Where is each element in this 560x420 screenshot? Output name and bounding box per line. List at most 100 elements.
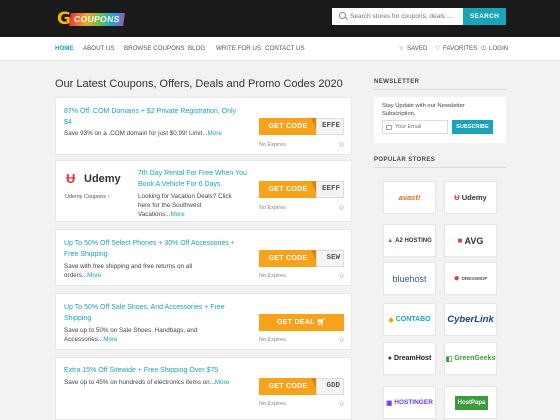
expiry-text: No Expires — [259, 205, 286, 211]
coupon-description: Save with free shipping and free returns… — [64, 262, 192, 280]
more-link[interactable]: More — [170, 211, 184, 218]
store-tile-greengeeks[interactable]: ◧ GreenGeeks — [444, 342, 497, 375]
get-code-button[interactable]: GET CODE EFFE — [259, 118, 344, 135]
store-name-text: HOSTINGER — [394, 399, 433, 406]
divider — [374, 167, 506, 168]
mail-icon — [386, 125, 392, 130]
favorite-star-icon[interactable]: ☆ — [338, 400, 345, 408]
coupon-desc-text: Looking for Vacation Deals? Click — [138, 193, 232, 200]
favorite-star-icon[interactable]: ☆ — [338, 204, 345, 212]
get-code-label: GET CODE — [268, 383, 308, 390]
coupon-card: Ʉ Udemy Udemy Coupons › 7th Day Rental F… — [55, 160, 352, 222]
store-tile-contabo[interactable]: ◆ CONTABO — [383, 303, 436, 336]
nav-login-label: LOGIN — [489, 45, 509, 52]
nav-saved[interactable]: ☆ SAVED — [398, 37, 428, 61]
search-input[interactable] — [350, 8, 460, 25]
store-tile-udemy[interactable]: Ʉ Udemy — [444, 181, 497, 214]
coupon-title[interactable]: 87% Off .COM Domains + $2 Private Regist… — [64, 106, 236, 128]
coupon-card: Extra 15% Off Sitewide + Free Shipping O… — [55, 357, 352, 420]
store-name: ▣ HOSTINGER — [384, 387, 435, 418]
coupon-desc-text: here for the Southwest — [138, 202, 202, 209]
store-name-text: DRESSMOP — [461, 276, 488, 281]
more-link[interactable]: More — [103, 336, 117, 343]
store-name: CyberLink — [447, 314, 494, 325]
expiry-text: No Expires — [259, 273, 286, 279]
store-caption[interactable]: Udemy Coupons › — [65, 194, 109, 200]
subscribe-button[interactable]: SUBSCRIBE — [452, 120, 493, 134]
store-tile-cyberlink[interactable]: CyberLink — [444, 303, 497, 336]
site-logo[interactable]: G COUPONS — [57, 10, 135, 28]
store-tile-hostpapa[interactable]: HostPapa — [444, 386, 497, 419]
coupon-title[interactable]: Extra 15% Off Sitewide + Free Shipping O… — [64, 365, 218, 376]
favorite-star-icon[interactable]: ☆ — [338, 272, 345, 280]
hostinger-icon: ▣ — [386, 399, 393, 407]
more-link[interactable]: More — [87, 272, 101, 279]
coupon-description: Save up to 50% on Sale Shoes, Handbags, … — [64, 326, 197, 344]
coupon-title[interactable]: Up To 50% Off Sale Shoes, And Accessorie… — [64, 302, 225, 324]
nav-browse-coupons[interactable]: BROWSE COUPONS — [124, 37, 185, 61]
heart-icon: ♡ — [434, 45, 441, 52]
store-name: ● DreamHost — [384, 343, 435, 374]
store-logo-udemy[interactable]: Ʉ Udemy — [66, 171, 126, 186]
store-name-text: AVG — [464, 235, 484, 246]
expiry-text: No Expires — [259, 142, 286, 148]
store-logo-name: Udemy — [84, 173, 121, 185]
store-name: ◧ GreenGeeks — [445, 343, 496, 374]
coupon-title-line: Free Shipping — [64, 251, 108, 258]
get-deal-button[interactable]: GET DEAL 🛒︎ — [259, 314, 344, 331]
nav-blog[interactable]: BLOG — [188, 37, 205, 61]
popular-stores-heading: POPULAR STORES — [374, 157, 436, 163]
favorite-star-icon[interactable]: ☆ — [338, 336, 345, 344]
coupon-card: Up To 50% Off Select Phones + 30% Off Ac… — [55, 229, 352, 286]
nav-favorites[interactable]: ♡ FAVORITES — [434, 37, 478, 61]
newsletter-text: Stay Update with our Newsletter Subscrip… — [382, 103, 465, 117]
store-name-text: GreenGeeks — [454, 355, 496, 362]
store-tile-avg[interactable]: ■ AVG — [444, 224, 497, 257]
get-code-label: GET CODE — [268, 123, 308, 130]
get-code-button[interactable]: GET CODE EEFF — [259, 181, 344, 198]
dressmop-icon: ● — [453, 273, 460, 284]
coupon-card: Up To 50% Off Sale Shoes, And Accessorie… — [55, 293, 352, 350]
coupon-title-line: Shipping — [64, 315, 92, 322]
coupon-desc-text: Save up to 45% on hundreds of electronic… — [64, 379, 215, 386]
store-tile-bluehost[interactable]: bluehost — [383, 262, 436, 295]
coupon-desc-text: Save up to 50% on Sale Shoes, Handbags, … — [64, 327, 198, 334]
udemy-logo-icon: Ʉ — [66, 171, 76, 186]
store-name-text: A2 HOSTING — [395, 237, 432, 244]
coupon-title-line: Up To 50% Off Sale Shoes, And Accessorie… — [64, 304, 225, 311]
search-button[interactable]: SEARCH — [463, 8, 506, 25]
search-icon — [339, 12, 346, 19]
more-link[interactable]: More — [215, 379, 229, 386]
search-box — [332, 8, 463, 25]
coupon-title-line: 7th Day Rental For Free When You — [138, 170, 247, 177]
get-code-button[interactable]: GET CODE SEW — [259, 250, 344, 267]
store-tile-hostinger[interactable]: ▣ HOSTINGER — [383, 386, 436, 419]
newsletter-heading: NEWSLETTER — [374, 79, 420, 85]
store-tile-dressmop[interactable]: ● DRESSMOP — [444, 262, 497, 295]
nav-contact-us[interactable]: CONTACT US — [265, 37, 305, 61]
get-code-label: GET CODE — [268, 186, 308, 193]
coupon-desc-text: Vacations... — [138, 211, 171, 218]
nav-login[interactable]: ⏻ LOGIN — [480, 37, 508, 61]
greengeeks-icon: ◧ — [445, 355, 453, 363]
favorite-star-icon[interactable]: ☆ — [338, 141, 345, 149]
more-link[interactable]: More — [208, 130, 222, 137]
nav-write-for-us[interactable]: WRITE FOR US — [216, 37, 261, 61]
contabo-icon: ◆ — [388, 316, 394, 324]
coupon-title[interactable]: Up To 50% Off Select Phones + 30% Off Ac… — [64, 238, 235, 260]
store-tile-a2-hosting[interactable]: ▲ A2 HOSTING — [383, 224, 436, 257]
nav-favorites-label: FAVORITES — [443, 45, 478, 52]
store-name: avast! — [398, 193, 421, 202]
coupon-desc-text: orders... — [64, 272, 88, 279]
coupon-title-line: $4 — [64, 119, 72, 126]
nav-saved-label: SAVED — [407, 45, 428, 52]
nav-home[interactable]: HOME — [55, 37, 74, 61]
get-code-label: GET CODE — [268, 255, 308, 262]
get-code-button[interactable]: GET CODE GDD — [259, 378, 344, 395]
store-name-text: Udemy — [461, 193, 487, 202]
coupon-title[interactable]: 7th Day Rental For Free When You Book A … — [138, 168, 247, 190]
store-tile-dreamhost[interactable]: ● DreamHost — [383, 342, 436, 375]
store-name: HostPapa — [455, 396, 488, 410]
nav-about-us[interactable]: ABOUT US — [83, 37, 115, 61]
store-tile-avast[interactable]: avast! — [383, 181, 436, 214]
